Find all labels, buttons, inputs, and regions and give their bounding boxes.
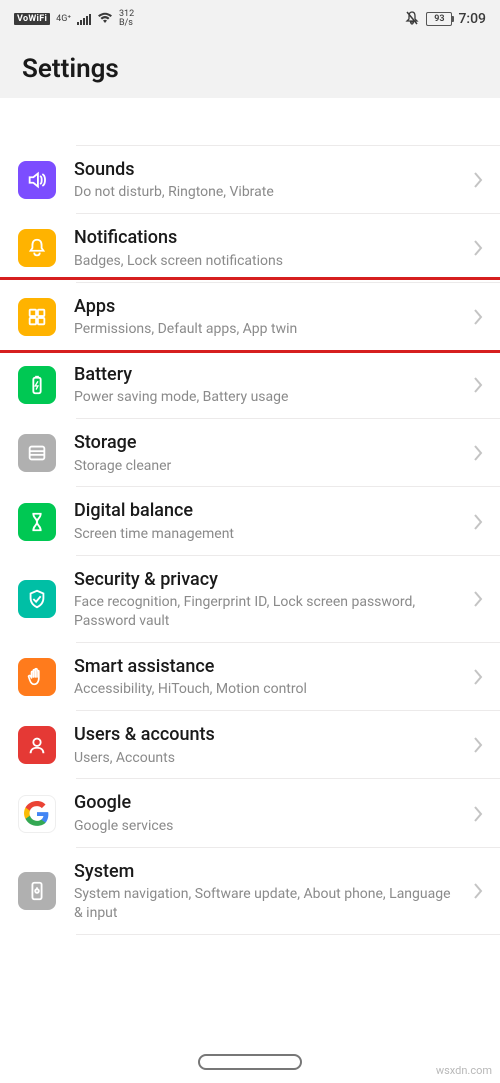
battery-indicator: 93 <box>426 12 452 26</box>
watermark: wsxdn.com <box>436 1064 492 1077</box>
row-subtitle: Badges, Lock screen notifications <box>74 252 454 271</box>
page-title: Settings <box>22 54 478 84</box>
system-icon <box>18 872 56 910</box>
settings-list[interactable]: Sounds Do not disturb, Ringtone, Vibrate… <box>0 98 500 1056</box>
network-label: 4G⁺ <box>56 15 71 24</box>
row-title: Apps <box>74 295 454 318</box>
list-item-digital-balance[interactable]: Digital balance Screen time management <box>0 487 500 555</box>
row-subtitle: System navigation, Software update, Abou… <box>74 885 454 923</box>
bell-icon <box>18 229 56 267</box>
row-title: Battery <box>74 363 454 386</box>
row-subtitle: Accessibility, HiTouch, Motion control <box>74 680 454 699</box>
clock: 7:09 <box>458 11 486 27</box>
hourglass-icon <box>18 503 56 541</box>
signal-icon <box>77 13 91 25</box>
storage-icon <box>18 434 56 472</box>
row-subtitle: Face recognition, Fingerprint ID, Lock s… <box>74 593 454 631</box>
chevron-right-icon <box>472 735 484 755</box>
list-item-security[interactable]: Security & privacy Face recognition, Fin… <box>0 556 500 643</box>
row-title: Security & privacy <box>74 568 454 591</box>
row-title: Users & accounts <box>74 723 454 746</box>
nav-bar <box>0 1041 500 1083</box>
list-item-google[interactable]: Google Google services <box>0 779 500 847</box>
wifi-icon <box>97 12 113 27</box>
row-subtitle: Screen time management <box>74 525 454 544</box>
google-icon <box>18 795 56 833</box>
row-title: Digital balance <box>74 499 454 522</box>
row-title: Smart assistance <box>74 655 454 678</box>
row-subtitle: Do not disturb, Ringtone, Vibrate <box>74 183 454 202</box>
row-subtitle: Permissions, Default apps, App twin <box>74 320 454 339</box>
hand-icon <box>18 658 56 696</box>
chevron-right-icon <box>472 667 484 687</box>
sounds-icon <box>18 161 56 199</box>
chevron-right-icon <box>472 881 484 901</box>
chevron-right-icon <box>472 375 484 395</box>
row-subtitle: Storage cleaner <box>74 457 454 476</box>
row-title: Google <box>74 791 454 814</box>
chevron-right-icon <box>472 238 484 258</box>
list-item-partial[interactable] <box>0 98 500 146</box>
row-title: System <box>74 860 454 883</box>
chevron-right-icon <box>472 512 484 532</box>
mute-icon <box>404 10 420 29</box>
chevron-right-icon <box>472 804 484 824</box>
header: Settings <box>0 32 500 98</box>
chevron-right-icon <box>472 307 484 327</box>
battery-icon <box>18 366 56 404</box>
status-bar: VoWiFi 4G⁺ 312 B/s 93 7:09 <box>0 0 500 32</box>
apps-icon <box>18 298 56 336</box>
row-subtitle: Google services <box>74 817 454 836</box>
chevron-right-icon <box>472 443 484 463</box>
chevron-right-icon <box>472 170 484 190</box>
list-item-sounds[interactable]: Sounds Do not disturb, Ringtone, Vibrate <box>0 146 500 214</box>
chevron-right-icon <box>472 589 484 609</box>
list-item-battery[interactable]: Battery Power saving mode, Battery usage <box>0 351 500 419</box>
row-subtitle: Power saving mode, Battery usage <box>74 388 454 407</box>
nav-pill-button[interactable] <box>198 1054 302 1070</box>
list-item-apps[interactable]: Apps Permissions, Default apps, App twin <box>0 283 500 351</box>
list-item-storage[interactable]: Storage Storage cleaner <box>0 419 500 487</box>
row-subtitle: Users, Accounts <box>74 749 454 768</box>
row-title: Storage <box>74 431 454 454</box>
list-item-users[interactable]: Users & accounts Users, Accounts <box>0 711 500 779</box>
data-speed: 312 B/s <box>119 10 134 28</box>
status-right: 93 7:09 <box>404 10 486 29</box>
list-item-system[interactable]: System System navigation, Software updat… <box>0 848 500 935</box>
row-title: Sounds <box>74 158 454 181</box>
shield-icon <box>18 580 56 618</box>
row-title: Notifications <box>74 226 454 249</box>
status-left: VoWiFi 4G⁺ 312 B/s <box>14 10 134 28</box>
list-item-notifications[interactable]: Notifications Badges, Lock screen notifi… <box>0 214 500 282</box>
list-item-smart-assistance[interactable]: Smart assistance Accessibility, HiTouch,… <box>0 643 500 711</box>
user-icon <box>18 726 56 764</box>
vowifi-badge: VoWiFi <box>14 13 50 25</box>
